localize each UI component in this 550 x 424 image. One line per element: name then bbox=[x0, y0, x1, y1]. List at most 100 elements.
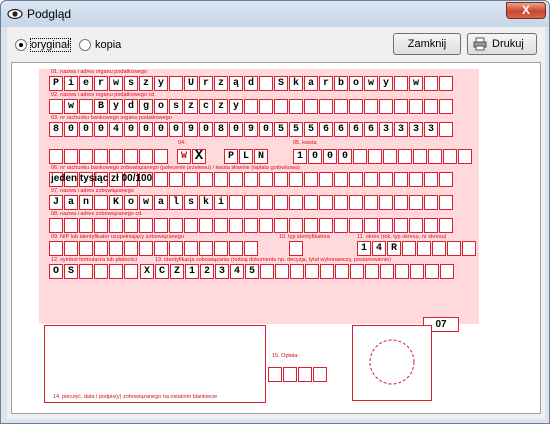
char-cell bbox=[334, 172, 348, 187]
char-cell: 3 bbox=[409, 122, 423, 137]
radio-copy[interactable] bbox=[79, 39, 91, 51]
char-cell: 6 bbox=[364, 122, 378, 137]
char-cell bbox=[462, 241, 476, 256]
char-cell bbox=[169, 76, 183, 91]
char-cell: 5 bbox=[304, 122, 318, 137]
char-cell bbox=[274, 99, 288, 114]
amount-in-words: jeden tysiąc zł 00/100 bbox=[51, 173, 153, 184]
char-cell bbox=[424, 195, 438, 210]
char-cell: 1 bbox=[293, 149, 307, 164]
char-cell bbox=[432, 241, 446, 256]
char-cell: 0 bbox=[229, 122, 243, 137]
char-cell bbox=[424, 76, 438, 91]
char-cell: z bbox=[214, 99, 228, 114]
char-cell: e bbox=[79, 76, 93, 91]
char-cell bbox=[244, 195, 258, 210]
char-cell bbox=[244, 241, 258, 256]
char-cell: 0 bbox=[199, 122, 213, 137]
preview-window: Podgląd X oryginał kopia Zamknij Drukuj … bbox=[0, 0, 550, 424]
char-cell: 8 bbox=[49, 122, 63, 137]
char-cell bbox=[443, 149, 457, 164]
char-cell bbox=[409, 99, 423, 114]
char-cell bbox=[365, 264, 379, 279]
char-cell bbox=[379, 195, 393, 210]
char-cell bbox=[394, 99, 408, 114]
radio-original[interactable] bbox=[15, 39, 27, 51]
char-cell bbox=[458, 149, 472, 164]
char-cell bbox=[439, 76, 453, 91]
char-cell bbox=[79, 264, 93, 279]
field-07-row: Jan Kowalski bbox=[49, 195, 454, 210]
char-cell bbox=[349, 195, 363, 210]
char-cell: 3 bbox=[394, 122, 408, 137]
field-08-row bbox=[49, 218, 454, 233]
char-cell bbox=[319, 218, 333, 233]
char-cell bbox=[319, 172, 333, 187]
printer-icon bbox=[473, 37, 487, 51]
char-cell bbox=[424, 218, 438, 233]
close-button-label: Zamknij bbox=[407, 38, 447, 50]
char-cell bbox=[79, 99, 93, 114]
char-cell: 5 bbox=[274, 122, 288, 137]
char-cell bbox=[379, 218, 393, 233]
char-cell: b bbox=[334, 76, 348, 91]
char-cell bbox=[124, 218, 138, 233]
window-close-button[interactable]: X bbox=[506, 2, 546, 19]
char-cell: 0 bbox=[323, 149, 337, 164]
document-preview[interactable]: 01. nazwa i adres organu podatkowego Pie… bbox=[11, 62, 541, 414]
char-cell: z bbox=[139, 76, 153, 91]
char-cell bbox=[304, 195, 318, 210]
char-cell: r bbox=[199, 76, 213, 91]
char-cell bbox=[214, 241, 228, 256]
char-cell bbox=[398, 149, 412, 164]
char-cell: 0 bbox=[94, 122, 108, 137]
char-cell: g bbox=[139, 99, 153, 114]
char-cell bbox=[364, 195, 378, 210]
print-button-label: Drukuj bbox=[492, 38, 524, 50]
close-button[interactable]: Zamknij bbox=[393, 33, 461, 55]
char-cell bbox=[154, 218, 168, 233]
char-cell bbox=[259, 99, 273, 114]
char-cell: a bbox=[304, 76, 318, 91]
char-cell bbox=[379, 172, 393, 187]
field-04-label: 04. bbox=[178, 140, 186, 146]
char-cell: a bbox=[64, 195, 78, 210]
char-cell bbox=[169, 241, 183, 256]
char-cell bbox=[214, 172, 228, 187]
char-cell bbox=[334, 218, 348, 233]
transfer-form-sheet: 01. nazwa i adres organu podatkowego Pie… bbox=[39, 69, 479, 324]
char-cell: w bbox=[364, 76, 378, 91]
char-cell bbox=[424, 99, 438, 114]
char-cell bbox=[368, 149, 382, 164]
char-cell: L bbox=[239, 149, 253, 164]
char-cell bbox=[274, 218, 288, 233]
char-cell: 6 bbox=[349, 122, 363, 137]
char-cell: 0 bbox=[259, 122, 273, 137]
field-09-row bbox=[49, 241, 259, 256]
radio-copy-label[interactable]: kopia bbox=[95, 39, 121, 51]
field-04-row: W X bbox=[49, 149, 207, 164]
char-cell bbox=[304, 172, 318, 187]
char-cell bbox=[259, 76, 273, 91]
char-cell bbox=[380, 264, 394, 279]
char-cell bbox=[319, 195, 333, 210]
char-cell bbox=[334, 99, 348, 114]
char-cell: B bbox=[94, 99, 108, 114]
char-cell bbox=[49, 241, 63, 256]
char-cell bbox=[394, 172, 408, 187]
char-cell bbox=[364, 218, 378, 233]
char-cell bbox=[184, 218, 198, 233]
char-cell: P bbox=[224, 149, 238, 164]
char-cell: Z bbox=[170, 264, 184, 279]
window-title: Podgląd bbox=[27, 7, 72, 21]
title-bar[interactable]: Podgląd X bbox=[1, 1, 549, 27]
char-cell: ą bbox=[229, 76, 243, 91]
print-button[interactable]: Drukuj bbox=[467, 33, 537, 55]
char-cell bbox=[124, 264, 138, 279]
radio-original-label[interactable]: oryginał bbox=[30, 38, 71, 52]
char-cell: J bbox=[49, 195, 63, 210]
char-cell: 1 bbox=[185, 264, 199, 279]
char-cell: s bbox=[184, 195, 198, 210]
char-cell: 0 bbox=[154, 122, 168, 137]
char-cell bbox=[259, 172, 273, 187]
